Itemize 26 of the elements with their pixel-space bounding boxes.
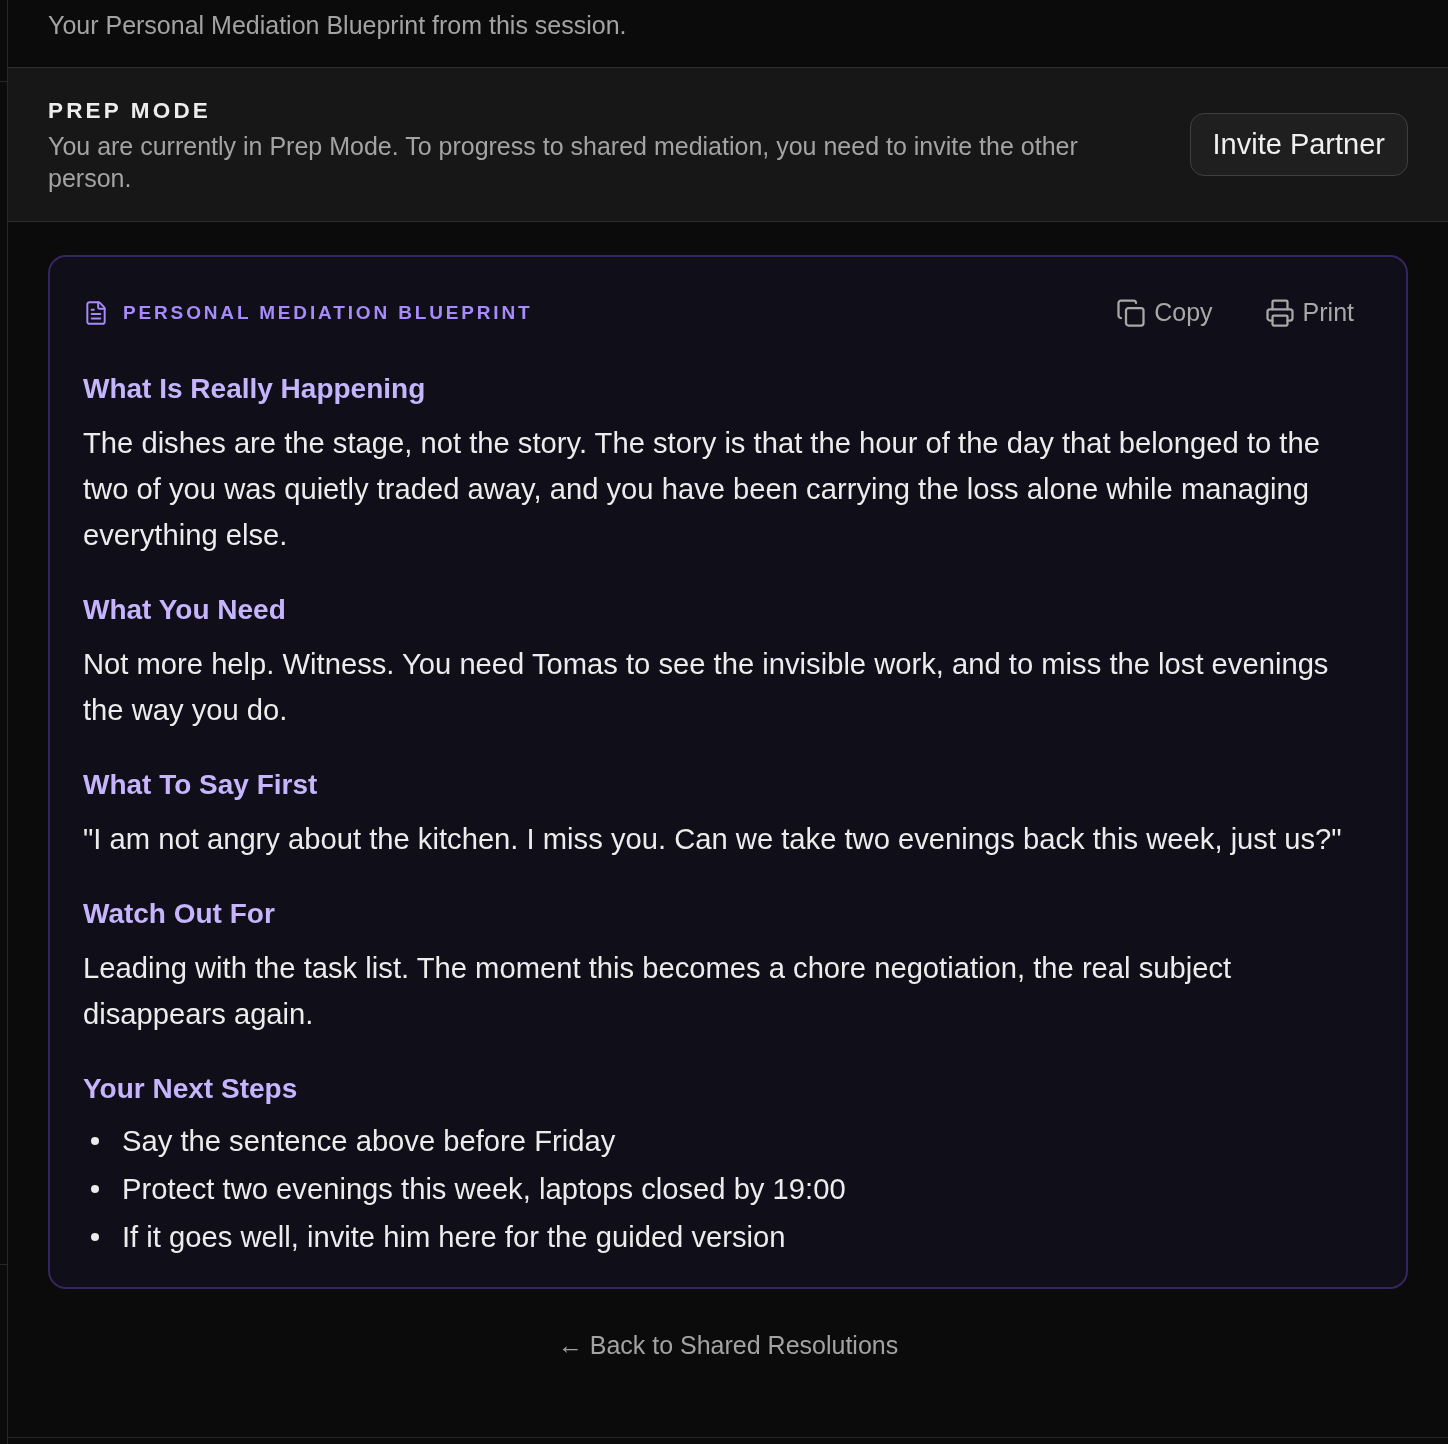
intro-text: Your Personal Mediation Blueprint from this session.	[48, 10, 628, 41]
bullet-icon	[91, 1185, 99, 1193]
copy-icon	[1116, 298, 1147, 328]
section-heading: Watch Out For	[83, 897, 276, 931]
section-text: Not more help. Witness. You need Tomas to see the invisible work, and to miss the lost evenings the way you do.	[83, 647, 1330, 728]
section-text: Leading with the task list. The moment this becomes a chore negotiation, the real subject disappears again.	[83, 951, 1233, 1032]
list-item: If it goes well, invite him here for the guided version	[122, 1220, 786, 1255]
section-heading: Your Next Steps	[83, 1072, 299, 1106]
blueprint-title: PERSONAL MEDIATION BLUEPRINT	[123, 301, 533, 325]
print-button[interactable]: Print	[1264, 294, 1354, 332]
bullet-icon	[91, 1137, 99, 1145]
section-heading: What To Say First	[83, 768, 319, 802]
section-heading: What Is Really Happening	[83, 372, 427, 406]
section-heading: What You Need	[83, 593, 287, 627]
copy-button[interactable]: Copy	[1116, 294, 1213, 332]
section-text: The dishes are the stage, not the story. The story is that the hour of the day that belonged to the two of you was quietly traded away, and you have been carrying the loss alone while managing everything else.	[83, 426, 1321, 553]
list-item: Protect two evenings this week, laptops closed by 19:00	[122, 1172, 846, 1207]
section-text: "I am not angry about the kitchen. I miss you. Can we take two evenings back this week, just us?"	[83, 822, 1343, 857]
document-icon	[83, 300, 109, 326]
prep-mode-description: You are currently in Prep Mode. To progress to shared mediation, you need to invite the other person.	[48, 130, 1079, 194]
prep-mode-title: PREP MODE	[48, 96, 212, 125]
invite-partner-button[interactable]: Invite Partner	[1189, 113, 1408, 176]
back-link[interactable]: ← Back to Shared Resolutions	[557, 1329, 899, 1361]
printer-icon	[1264, 298, 1295, 328]
list-item: Say the sentence above before Friday	[122, 1124, 616, 1159]
bullet-icon	[91, 1233, 99, 1241]
